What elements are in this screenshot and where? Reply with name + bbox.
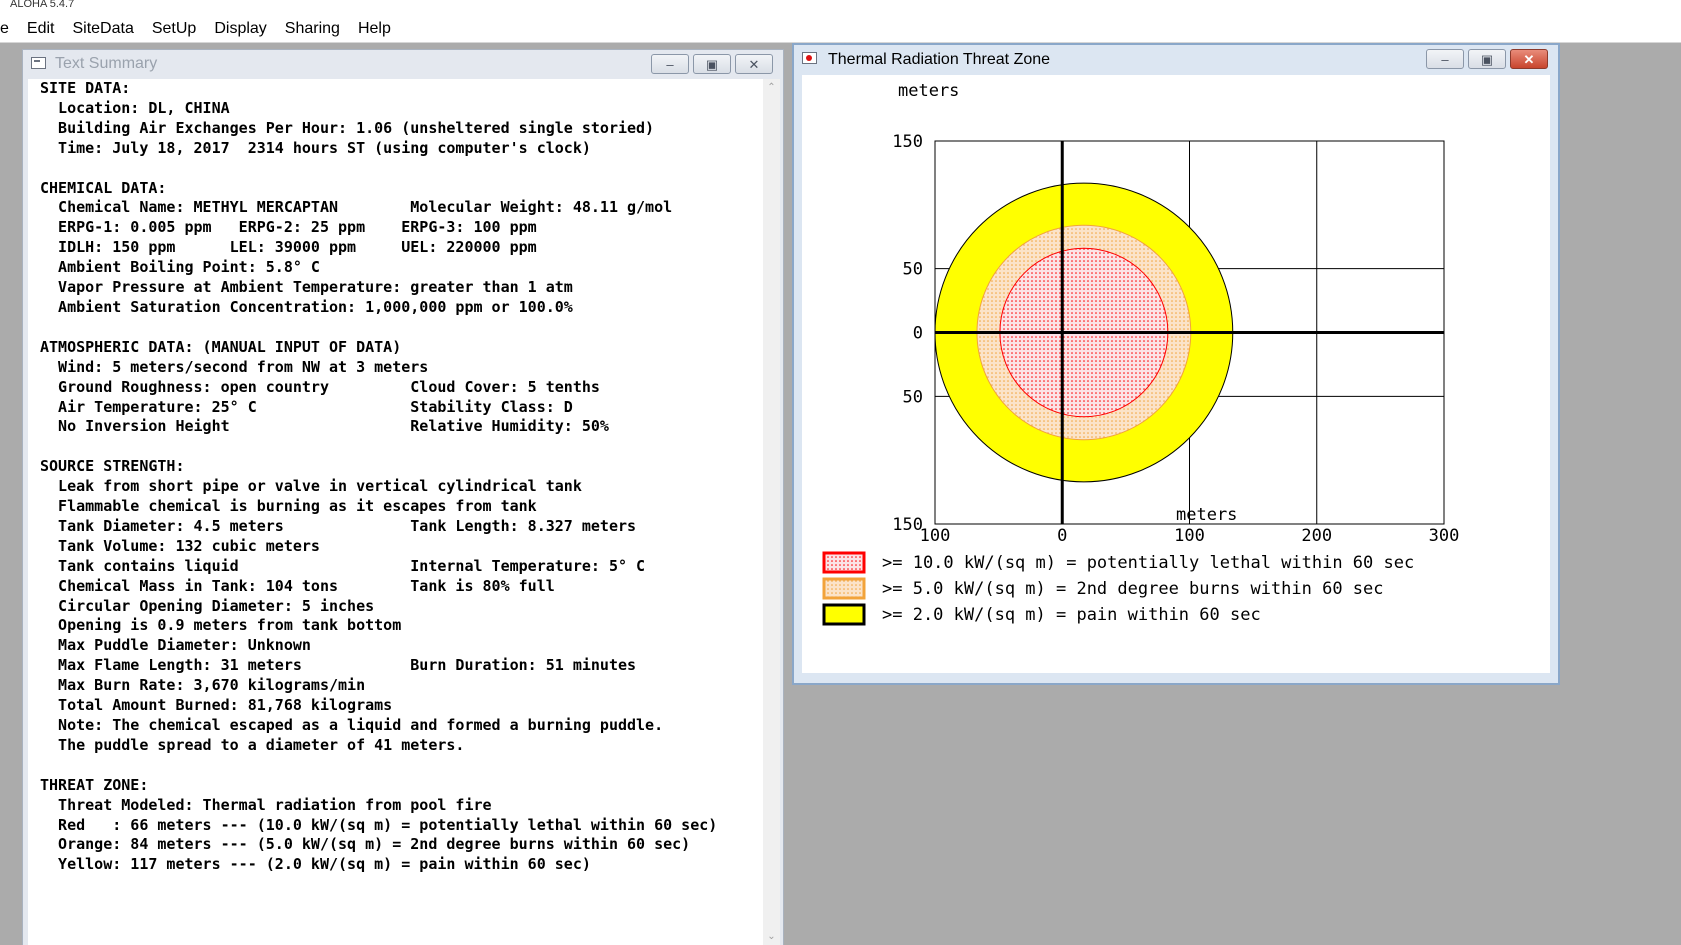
menu-help[interactable]: Help [349,20,400,38]
threat-zone-chart: 100 0 100 200 300 150 50 0 50 150 meters meters >… [822,81,1460,626]
app-title-bar: ALOHA 5.4.7 [0,0,1681,16]
y-tick-label-4: 150 [892,515,923,535]
legend-label-yellow: >= 2.0 kW/(sq m) = pain within 60 sec [882,605,1261,625]
menu-file[interactable]: e [0,20,18,38]
y-tick-label-1: 50 [903,260,923,280]
y-tick-label-2: 0 [913,324,923,344]
x-tick-label-2: 100 [1174,526,1205,546]
legend-label-red: >= 10.0 kW/(sq m) = potentially lethal w… [882,553,1414,573]
vertical-scrollbar[interactable]: ⌃ ⌄ [763,79,780,945]
close-button[interactable]: ✕ [735,54,773,74]
threat-zone-window: Thermal Radiation Threat Zone – ▣ ✕ 100 0 [792,43,1560,685]
close-button[interactable]: ✕ [1510,49,1548,69]
threat-zone-plot-area: 100 0 100 200 300 150 50 0 50 150 meters meters >… [802,75,1550,673]
menu-bar: e Edit SiteData SetUp Display Sharing He… [0,16,1681,43]
x-tick-label-0: 100 [920,526,951,546]
y-tick-label-0: 150 [892,132,923,152]
maximize-button[interactable]: ▣ [693,54,731,74]
x-tick-label-1: 0 [1057,526,1067,546]
legend-label-orange: >= 5.0 kW/(sq m) = 2nd degree burns with… [882,579,1384,599]
threat-zone-window-controls: – ▣ ✕ [1426,49,1548,69]
scroll-up-icon[interactable]: ⌃ [763,79,780,96]
text-summary-title: Text Summary [55,55,158,72]
minimize-button[interactable]: – [1426,49,1464,69]
menu-sharing[interactable]: Sharing [276,20,349,38]
y-tick-label-3: 50 [903,387,923,407]
y-axis-label: meters [898,81,959,101]
menu-display[interactable]: Display [205,20,275,38]
legend-swatch-red [822,551,866,574]
x-tick-label-4: 300 [1429,526,1460,546]
legend-swatch-orange [822,577,866,600]
legend-swatch-yellow [822,603,866,626]
text-summary-window-controls: – ▣ ✕ [651,54,773,74]
threat-zone-app-icon [802,52,817,64]
x-axis-label: meters [1176,505,1237,525]
text-document-icon [31,57,46,69]
text-summary-window: Text Summary – ▣ ✕ SITE DATA: Location: … [22,49,784,945]
menu-setup[interactable]: SetUp [143,20,205,38]
maximize-button[interactable]: ▣ [1468,49,1506,69]
scroll-down-icon[interactable]: ⌄ [763,928,780,945]
threat-zone-titlebar[interactable]: Thermal Radiation Threat Zone – ▣ ✕ [794,45,1558,73]
menu-sitedata[interactable]: SiteData [63,20,142,38]
text-summary-text: SITE DATA: Location: DL, CHINA Building … [40,79,718,874]
chart-legend: >= 10.0 kW/(sq m) = potentially lethal w… [822,551,1414,626]
minimize-button[interactable]: – [651,54,689,74]
app-title: ALOHA 5.4.7 [10,0,75,10]
threat-zone-title: Thermal Radiation Threat Zone [828,51,1051,68]
text-summary-titlebar[interactable]: Text Summary – ▣ ✕ [23,50,783,78]
text-summary-content[interactable]: SITE DATA: Location: DL, CHINA Building … [28,79,763,945]
menu-edit[interactable]: Edit [18,20,64,38]
x-tick-label-3: 200 [1301,526,1332,546]
